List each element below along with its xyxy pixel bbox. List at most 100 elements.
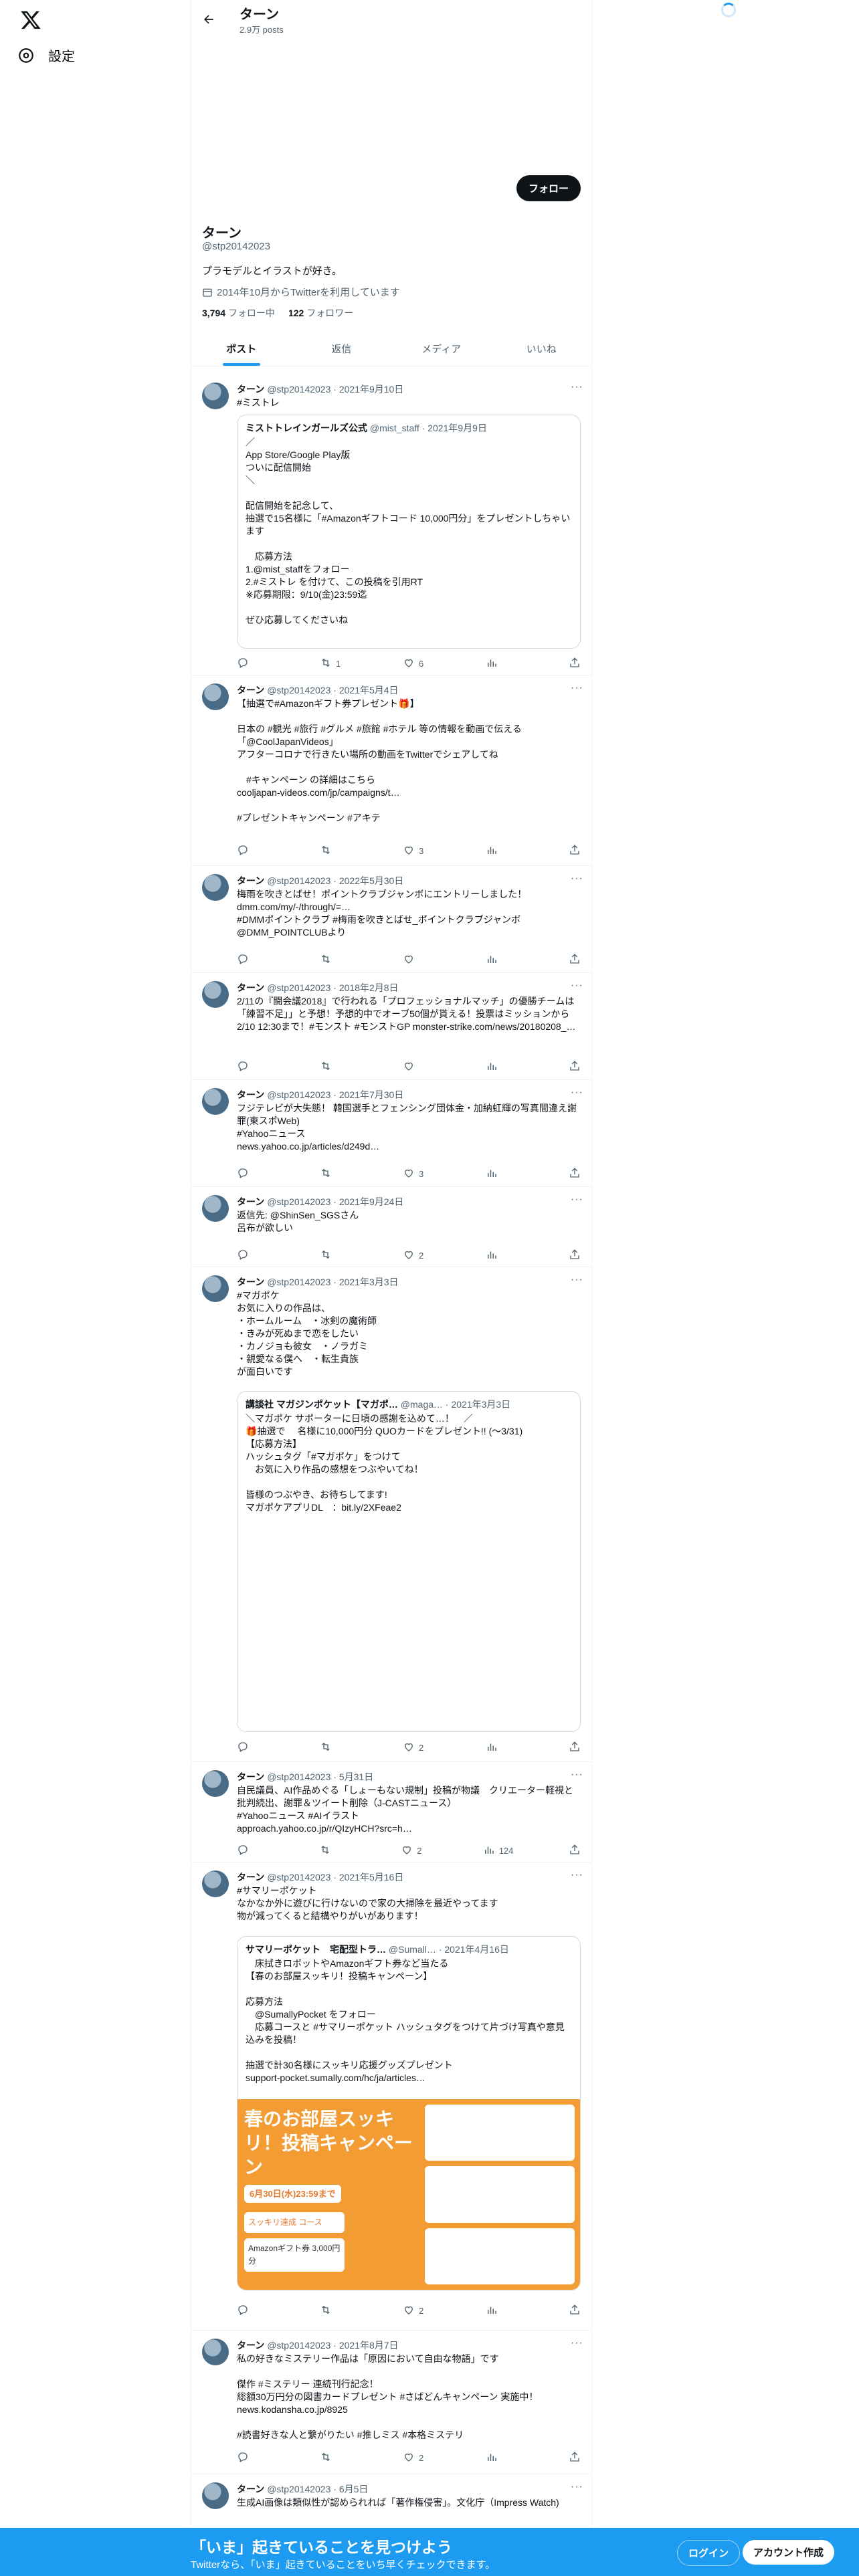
like-button[interactable]: 6: [403, 657, 430, 671]
retweet-button[interactable]: [319, 1844, 346, 1858]
tweet-author-name[interactable]: ターン: [237, 384, 264, 395]
retweet-button[interactable]: [320, 1249, 347, 1263]
like-button[interactable]: 2: [403, 2451, 430, 2465]
tweet[interactable]: ··· ターン @stp20142023 · 2021年3月3日 #マガポケ お気に…: [191, 1267, 591, 1762]
tweet-date[interactable]: 2021年5月4日: [339, 685, 399, 695]
views-button[interactable]: [486, 1741, 512, 1755]
like-button[interactable]: [403, 1060, 430, 1074]
avatar[interactable]: [202, 1870, 229, 1897]
share-button[interactable]: [569, 657, 581, 671]
tweet-date[interactable]: 2021年9月24日: [339, 1196, 404, 1207]
signup-button[interactable]: アカウント作成: [743, 2540, 835, 2565]
tweet-author-handle[interactable]: @stp20142023: [267, 2340, 330, 2351]
retweet-button[interactable]: [320, 844, 347, 858]
tweet-author-name[interactable]: ターン: [237, 875, 264, 886]
tweet-date[interactable]: 2018年2月8日: [339, 982, 399, 993]
tweet[interactable]: ··· ターン @stp20142023 · 2021年8月7日 私の好きなミステリ…: [191, 2331, 591, 2474]
tweet-author-handle[interactable]: @stp20142023: [267, 384, 330, 395]
follow-button[interactable]: フォロー: [516, 175, 581, 201]
tweet-author-handle[interactable]: @stp20142023: [267, 1277, 330, 1287]
tweet-author-name[interactable]: ターン: [237, 2340, 264, 2351]
tab-media[interactable]: メディア: [391, 332, 492, 366]
like-button[interactable]: 3: [403, 1167, 430, 1181]
tweet-author-handle[interactable]: @stp20142023: [267, 982, 330, 993]
tweet[interactable]: ··· ターン @stp20142023 · 2022年5月30日 梅雨を吹きとばせ…: [191, 866, 591, 973]
tweet-author-handle[interactable]: @stp20142023: [267, 1872, 330, 1883]
like-button[interactable]: 2: [401, 1844, 427, 1858]
tweet[interactable]: ··· ターン @stp20142023 · 2018年2月8日 2/11の『闘会議…: [191, 973, 591, 1080]
tweet-author-name[interactable]: ターン: [237, 685, 264, 695]
share-button[interactable]: [569, 2304, 581, 2318]
tweet-author-name[interactable]: ターン: [237, 1196, 264, 1207]
tweet[interactable]: ··· ターン @stp20142023 · 5月31日 自民議員、AI作品めぐる「…: [191, 1762, 591, 1862]
share-button[interactable]: [569, 1844, 581, 1858]
avatar[interactable]: [202, 383, 229, 409]
views-button[interactable]: [486, 657, 512, 671]
views-button[interactable]: [486, 844, 512, 858]
settings-link[interactable]: 設定: [17, 45, 75, 65]
retweet-button[interactable]: [320, 1741, 347, 1755]
avatar[interactable]: [202, 874, 229, 901]
avatar[interactable]: [202, 1770, 229, 1797]
like-button[interactable]: 2: [403, 1741, 430, 1755]
tweet[interactable]: ··· ターン @stp20142023 · 2021年9月24日 返信先: @Sh…: [191, 1187, 591, 1267]
reply-button[interactable]: [237, 1249, 264, 1263]
avatar[interactable]: [202, 2339, 229, 2365]
reply-button[interactable]: [237, 1167, 264, 1181]
x-logo-icon[interactable]: [20, 9, 41, 31]
tweet[interactable]: ··· ターン @stp20142023 · 2021年7月30日 フジテレビが大失…: [191, 1080, 591, 1187]
tweet-date[interactable]: 2021年9月10日: [339, 384, 404, 395]
like-button[interactable]: 2: [403, 2304, 430, 2318]
tweet-author-name[interactable]: ターン: [237, 1872, 264, 1883]
tweet-date[interactable]: 2022年5月30日: [339, 875, 404, 886]
tweet-author-name[interactable]: ターン: [237, 982, 264, 993]
share-button[interactable]: [569, 2451, 581, 2465]
tweet-author-handle[interactable]: @stp20142023: [267, 1772, 330, 1782]
views-button[interactable]: [486, 1167, 512, 1181]
retweet-button[interactable]: [320, 2451, 347, 2465]
views-button[interactable]: [486, 1249, 512, 1263]
tweet[interactable]: ··· ターン @stp20142023 · 2021年5月16日 #サマリーポケッ…: [191, 1862, 591, 2331]
tweet-author-handle[interactable]: @stp20142023: [267, 1196, 330, 1207]
share-button[interactable]: [569, 1060, 581, 1074]
retweet-button[interactable]: [320, 1167, 347, 1181]
tweet-author-handle[interactable]: @stp20142023: [267, 2484, 330, 2494]
like-button[interactable]: 3: [403, 844, 430, 858]
tweet-date[interactable]: 2021年7月30日: [339, 1089, 404, 1100]
campaign-image[interactable]: 春のお部屋スッキリ！投稿キャンペーン 6月30日(水)23:59まで スッキリ達成 …: [237, 2099, 580, 2290]
tweet-author-name[interactable]: ターン: [237, 1772, 264, 1782]
avatar[interactable]: [202, 683, 229, 710]
reply-button[interactable]: [237, 1060, 264, 1074]
tab-posts[interactable]: ポスト: [191, 332, 292, 366]
quoted-tweet[interactable]: 講談社 マガジンポケット【マガポ… @maga… · 2021年3月3日 ＼マガポ…: [237, 1391, 581, 1732]
tweet-author-name[interactable]: ターン: [237, 1089, 264, 1100]
like-button[interactable]: 2: [403, 1249, 430, 1263]
reply-button[interactable]: [237, 2451, 264, 2465]
following-link[interactable]: 3,794 フォロー中: [202, 306, 275, 320]
tweet-author-handle[interactable]: @stp20142023: [267, 1089, 330, 1100]
tweet-date[interactable]: 6月5日: [339, 2484, 369, 2494]
tweet-date[interactable]: 2021年8月7日: [339, 2340, 399, 2351]
avatar[interactable]: [202, 1088, 229, 1115]
tweet-author-name[interactable]: ターン: [237, 1277, 264, 1287]
views-button[interactable]: [486, 2304, 512, 2318]
avatar[interactable]: [202, 1275, 229, 1302]
quoted-tweet[interactable]: ミストトレインガールズ公式 @mist_staff · 2021年9月9日 ／ A…: [237, 415, 581, 649]
reply-button[interactable]: [237, 844, 264, 858]
tweet-author-name[interactable]: ターン: [237, 2484, 264, 2494]
tweet[interactable]: ··· ターン @stp20142023 · 2021年5月4日 【抽選で#Amaz…: [191, 675, 591, 866]
login-button[interactable]: ログイン: [677, 2540, 741, 2566]
reply-button[interactable]: [237, 657, 264, 671]
back-arrow-icon[interactable]: [202, 13, 215, 26]
tweet-author-handle[interactable]: @stp20142023: [267, 875, 330, 886]
like-button[interactable]: [403, 953, 430, 967]
reply-button[interactable]: [237, 1844, 264, 1858]
reply-button[interactable]: [237, 953, 264, 967]
tweet[interactable]: ··· ターン @stp20142023 · 2021年9月10日 #ミストレ ミスト…: [191, 374, 591, 675]
tweet-author-handle[interactable]: @stp20142023: [267, 685, 330, 695]
retweet-button[interactable]: [320, 2304, 347, 2318]
tab-likes[interactable]: いいね: [492, 332, 592, 366]
reply-button[interactable]: [237, 2304, 264, 2318]
retweet-button[interactable]: [320, 953, 347, 967]
avatar[interactable]: [202, 2482, 229, 2509]
